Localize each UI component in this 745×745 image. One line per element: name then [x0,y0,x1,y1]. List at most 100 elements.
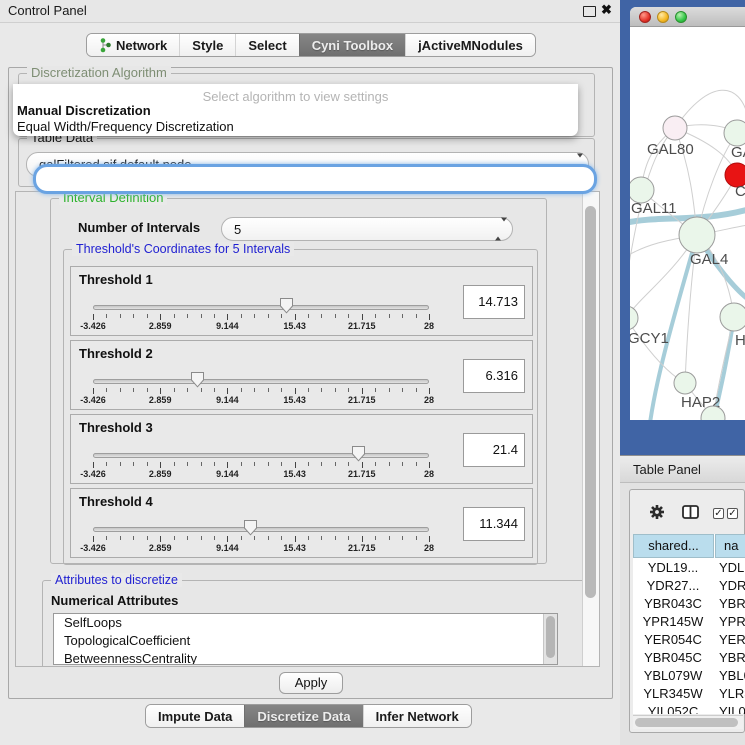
control-panel-title: Control Panel [8,3,87,18]
tick-mark [416,388,417,392]
checkbox-icon[interactable]: ✓ [713,508,724,519]
slider-thumb[interactable] [243,519,258,536]
tick-mark [362,462,363,468]
tick-mark [241,388,242,392]
tick-mark [375,314,376,318]
column-header-name[interactable]: na [715,534,745,558]
control-panel-tabs: NetworkStyle Select Cyni ToolboxjActiveMNo… [86,33,536,57]
tick-mark [227,314,228,320]
table-hscrollbar[interactable] [633,715,743,729]
slider-thumb[interactable] [279,297,294,314]
tab-network[interactable]: Network [87,34,179,56]
tab-jactivemnodules[interactable]: jActiveMNodules [405,34,535,56]
network-node[interactable] [630,306,638,330]
tick-mark [375,536,376,540]
tick-mark [160,388,161,394]
threshold-value-field[interactable]: 14.713 [463,285,525,319]
tick-mark [308,388,309,392]
tab-label: Select [248,38,286,53]
threshold-value-field[interactable]: 11.344 [463,507,525,541]
slider-track[interactable] [93,453,429,458]
table-row[interactable]: YDL19...YDL1 [633,559,745,577]
close-light-icon[interactable] [639,11,651,23]
table-row[interactable]: YDR27...YDR2 [633,577,745,595]
table-row[interactable]: YIL052CYIL0 [633,703,745,714]
tab-style[interactable]: Style [179,34,235,56]
cell-shared-name: YBR043C [633,595,713,613]
network-canvas[interactable]: GAL80GACGAL11GAL4GCY1HHAP2 [630,27,745,420]
tab-select[interactable]: Select [235,34,298,56]
number-of-intervals-combo[interactable]: 5 [221,217,513,241]
network-node[interactable] [679,217,715,253]
tick-mark [106,462,107,466]
slider-thumb[interactable] [190,371,205,388]
discretization-algorithm-group-title: Discretization Algorithm [27,66,171,80]
table-row[interactable]: YLR345WYLR3 [633,685,745,703]
list-scrollbar[interactable] [543,614,557,664]
tab-cyni-toolbox[interactable]: Cyni Toolbox [299,34,405,56]
algorithm-combo[interactable] [33,164,597,194]
apply-button[interactable]: Apply [279,672,343,694]
list-item[interactable]: SelfLoops [54,614,557,632]
list-item[interactable]: BetweennessCentrality [54,650,557,665]
tick-mark [348,536,349,540]
tab-infer-network[interactable]: Infer Network [363,705,471,727]
settings-scrollbar-thumb[interactable] [585,206,596,598]
tick-mark [348,462,349,466]
node-table: shared... na YDL19...YDL1YDR27...YDR2YBR… [633,534,745,714]
tick-mark [335,388,336,392]
tab-label: Impute Data [158,709,232,724]
columns-icon[interactable] [682,505,699,519]
slider-track[interactable] [93,527,429,532]
numerical-attributes-list[interactable]: SelfLoops TopologicalCoefficient Between… [53,613,558,665]
dropdown-option[interactable]: Manual Discretization [17,103,151,118]
tick-mark [268,388,269,392]
checkbox-icon[interactable]: ✓ [727,508,738,519]
gear-icon[interactable] [649,504,665,520]
table-row[interactable]: YER054CYER0 [633,631,745,649]
table-row[interactable]: YBL079WYBL0 [633,667,745,685]
network-node[interactable] [720,303,745,331]
slider-track[interactable] [93,305,429,310]
cell-shared-name: YIL052C [633,703,713,714]
threshold-label: Threshold 4 [79,494,153,509]
list-item[interactable]: TopologicalCoefficient [54,632,557,650]
float-window-icon[interactable] [583,6,596,17]
tick-mark [362,536,363,542]
network-window-titlebar[interactable] [630,7,745,27]
tick-mark [335,536,336,540]
node-label: GAL80 [647,141,694,158]
tick-mark [429,388,430,394]
tick-mark [227,536,228,542]
tab-discretize-data[interactable]: Discretize Data [244,705,362,727]
settings-scroll-area: Interval Definition Number of Intervals … [15,191,600,667]
network-node[interactable] [674,372,696,394]
table-row[interactable]: YBR045CYBR0 [633,649,745,667]
network-node[interactable] [663,116,687,140]
tab-impute-data[interactable]: Impute Data [146,705,244,727]
numerical-attributes-label: Numerical Attributes [51,593,178,608]
close-icon[interactable]: ✖ [601,2,612,18]
network-node[interactable] [724,120,745,146]
tick-mark [375,388,376,392]
table-row[interactable]: YPR145WYPR1 [633,613,745,631]
column-header-shared-name[interactable]: shared... [633,534,714,558]
tick-mark [174,462,175,466]
threshold-value-field[interactable]: 21.4 [463,433,525,467]
tick-label: 21.715 [348,395,376,405]
tab-label: Infer Network [376,709,459,724]
slider-track[interactable] [93,379,429,384]
tick-mark [133,462,134,466]
tick-mark [402,462,403,466]
settings-scrollbar[interactable] [582,192,599,666]
zoom-light-icon[interactable] [675,11,687,23]
tick-mark [160,462,161,468]
dropdown-option[interactable]: Equal Width/Frequency Discretization [17,119,234,134]
table-row[interactable]: YBR043CYBR0 [633,595,745,613]
minimize-light-icon[interactable] [657,11,669,23]
tick-mark [295,388,296,394]
threshold-value-field[interactable]: 6.316 [463,359,525,393]
tick-label: 2.859 [149,395,172,405]
slider-thumb[interactable] [351,445,366,462]
threshold-label: Threshold 1 [79,272,153,287]
